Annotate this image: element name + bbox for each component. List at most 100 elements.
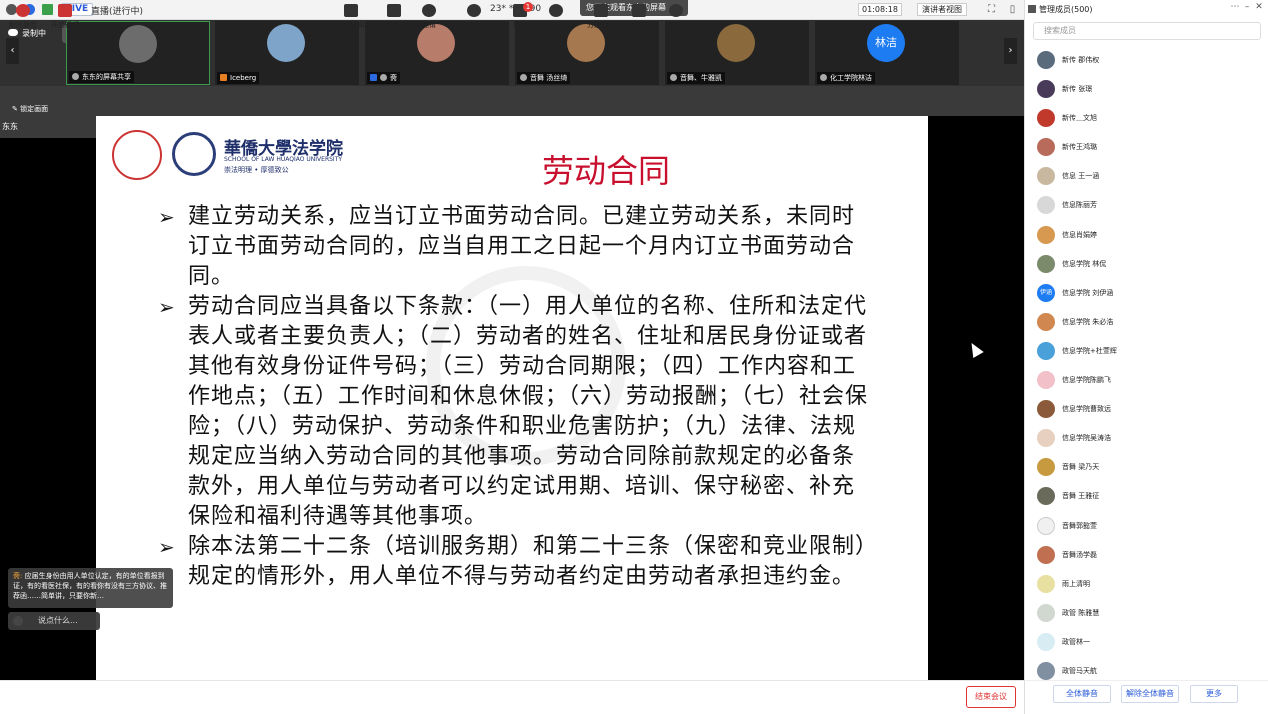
video-tile[interactable]: 东东的屏幕共享 [66, 21, 210, 85]
list-item[interactable]: 信息肖娟婷 [1025, 221, 1268, 250]
more-icon[interactable]: ⋯ [1229, 2, 1241, 12]
mute-all-button[interactable]: 全体静音 [1053, 685, 1111, 703]
live-status: 直播(进行中) [91, 7, 144, 17]
tile-name: 化工学院林洁 [817, 72, 875, 84]
bottom-toolbar [0, 680, 1024, 714]
list-item[interactable]: 信息学院 林侃 [1025, 250, 1268, 279]
list-item[interactable]: 政管林一 [1025, 628, 1268, 657]
list-item[interactable]: 新传＿文旭 [1025, 104, 1268, 133]
video-tile[interactable]: Iceberg [215, 21, 359, 85]
settings-button[interactable]: 设置 [653, 4, 699, 30]
share-screen-button[interactable]: 共享屏幕 [328, 4, 374, 30]
minimize-icon[interactable]: – [1241, 2, 1253, 12]
member-search-input[interactable]: 搜索成员 [1033, 22, 1261, 40]
mic-muted-icon [820, 74, 827, 81]
avatar [267, 24, 305, 62]
avatar [1037, 196, 1055, 215]
avatar [1037, 51, 1055, 69]
mic-muted-icon [16, 4, 30, 17]
avatar [119, 25, 157, 63]
strip-next-arrow[interactable]: › [1004, 38, 1017, 64]
list-item[interactable]: 音舞 梁乃天 [1025, 453, 1268, 482]
avatar [1037, 80, 1055, 99]
list-item[interactable]: 音舞汤学磊 [1025, 541, 1268, 570]
member-list: 新传 郡伟权 新传 张璟 新传＿文旭 新传王鸿璐 信息 王一涵 信息陈丽芳 信息… [1025, 46, 1268, 686]
list-item[interactable]: 信息 王一涵 [1025, 162, 1268, 191]
chat-sender: 斋: [13, 572, 23, 580]
fullscreen-icon[interactable]: ⛶ [985, 3, 998, 16]
close-icon[interactable]: ✕ [1253, 2, 1265, 12]
avatar [1037, 516, 1055, 535]
chat-message: 应届生身份由用人单位认定，有的单位看报到证，有的看医社保，有的看你有没有三方协议… [13, 572, 167, 600]
user-icon [220, 74, 227, 81]
list-item[interactable]: 政管 陈雅慧 [1025, 599, 1268, 628]
avatar [1037, 109, 1055, 128]
members-button[interactable]: 管理成员(99+) [450, 4, 498, 38]
avatar [1037, 341, 1055, 360]
gear-icon [669, 4, 683, 17]
bullet-item: 建立劳动关系，应当订立书面劳动合同。已建立劳动关系，未同时订立书面劳动合同的，应… [158, 202, 876, 292]
chat-bubble[interactable]: 斋: 应届生身份由用人单位认定，有的单位看报到证，有的看医社保，有的看你有没有三… [8, 568, 173, 608]
list-item[interactable]: 信息学院陈鹏飞 [1025, 366, 1268, 395]
avatar [1037, 400, 1055, 419]
shield-icon [387, 4, 401, 17]
avatar [717, 24, 755, 62]
panel-title: 管理成员(500) [1039, 5, 1093, 14]
view-mode-dropdown[interactable]: 演讲者视图 [917, 3, 967, 16]
cloud-icon [8, 29, 18, 36]
avatar [1037, 254, 1055, 273]
list-item[interactable]: 音舞 王雅征 [1025, 482, 1268, 511]
user-icon [370, 74, 377, 81]
pin-icon: ✎ [12, 105, 21, 113]
video-tile[interactable]: 音舞、牛雅凯 [665, 21, 809, 85]
end-meeting-button[interactable]: 结束会议 [966, 686, 1016, 708]
mic-muted-icon [670, 74, 677, 81]
avatar [1037, 312, 1055, 331]
law-school-logo-icon [172, 132, 216, 176]
unmute-button[interactable]: 解除静音 [0, 4, 46, 30]
avatar [1037, 487, 1055, 506]
invite-button[interactable]: 邀请 [406, 4, 452, 30]
avatar [1037, 545, 1055, 564]
avatar: 伊涵 [1037, 283, 1055, 302]
list-item[interactable]: 信息陈丽芳 [1025, 191, 1268, 220]
panel-toggle-icon[interactable]: ▯ [1006, 3, 1019, 16]
list-item[interactable]: 信息学院 朱必浩 [1025, 308, 1268, 337]
lock-view-button[interactable]: ✎ 锁定画面 [12, 104, 48, 114]
video-tile[interactable]: 林洁 化工学院林洁 [815, 21, 959, 85]
list-item[interactable]: 音舞郭懿萱 [1025, 512, 1268, 541]
list-item[interactable]: 信息学院吴涛浩 [1025, 424, 1268, 453]
end-recording-button[interactable]: 结束录制 [533, 4, 579, 30]
slide-bullets: 建立劳动关系，应当订立书面劳动合同。已建立劳动关系，未同时订立书面劳动合同的，应… [158, 202, 876, 592]
avatar [1037, 632, 1055, 651]
avatar [1037, 138, 1055, 157]
video-tile[interactable]: 音舞 汤丝绮 [515, 21, 659, 85]
list-item[interactable]: 新传 郡伟权 [1025, 46, 1268, 75]
school-motto: 崇法明理 • 厚德致公 [224, 166, 289, 174]
list-item[interactable]: 新传王鸿璐 [1025, 133, 1268, 162]
mic-muted-icon [520, 74, 527, 81]
avatar [1037, 167, 1055, 186]
bullet-item: 除本法第二十二条（培训服务期）和第二十三条（保密和竞业限制）规定的情形外，用人单… [158, 532, 876, 592]
share-screen-icon [344, 4, 358, 17]
list-item[interactable]: 信息学院曹致远 [1025, 395, 1268, 424]
meeting-timer: 01:08:18 [858, 3, 902, 16]
avatar [1037, 661, 1055, 680]
chat-input[interactable]: 说点什么... [8, 612, 100, 630]
list-item[interactable]: 伊涵 信息学院 刘伊涵 [1025, 279, 1268, 308]
list-item[interactable]: 新传 张璟 [1025, 75, 1268, 104]
list-item[interactable]: 信息学院+杜萱辉 [1025, 337, 1268, 366]
more-dropdown[interactable]: 更多 [1190, 685, 1238, 703]
camera-off-icon [58, 4, 72, 17]
list-item[interactable]: 雨上清明 [1025, 570, 1268, 599]
unmute-all-button[interactable]: 解除全体静音 [1121, 685, 1179, 703]
start-video-button[interactable]: 开启视频 [42, 4, 88, 30]
tile-name: 音舞 汤丝绮 [517, 72, 571, 84]
chat-badge: 1 [523, 2, 533, 12]
avatar [1037, 603, 1055, 622]
tile-name: Iceberg [217, 72, 260, 84]
avatar [1037, 371, 1055, 390]
tile-name: 音舞、牛雅凯 [667, 72, 725, 84]
video-strip-footer [0, 86, 1024, 116]
panel-icon [1028, 5, 1036, 13]
